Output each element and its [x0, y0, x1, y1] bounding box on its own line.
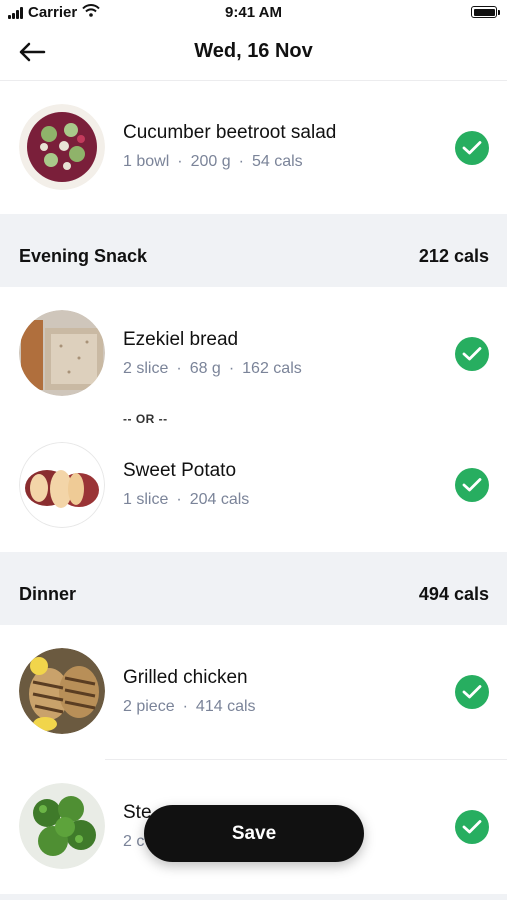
food-meta: 2 c — [123, 833, 145, 850]
status-bar: Carrier 9:41 AM — [0, 0, 507, 26]
food-name: Grilled chicken — [123, 667, 248, 688]
salad-image — [19, 104, 105, 190]
food-item-salad[interactable]: Cucumber beetroot salad 1 bowl · 200 g · 54 … — [0, 80, 507, 214]
food-name: Ezekiel bread — [123, 329, 239, 350]
bread-image — [19, 310, 105, 396]
chicken-image — [19, 648, 105, 734]
food-meta: 1 slice · 204 cals — [123, 491, 250, 508]
section-cals: 494 cals — [418, 584, 489, 604]
food-name: Sweet Potato — [123, 460, 237, 481]
food-item-bread[interactable]: Ezekiel bread 2 slice · 68 g · 162 cals — [0, 287, 507, 402]
nav-bar: Wed, 16 Nov — [0, 26, 507, 81]
check-icon[interactable] — [455, 675, 489, 709]
broccoli-image — [19, 783, 105, 869]
sweet-potato-image — [19, 442, 105, 528]
food-item-sweet-potato[interactable]: Sweet Potato 1 slice · 204 cals — [0, 430, 507, 552]
section-cals: 212 cals — [418, 246, 489, 266]
page-title: Wed, 16 Nov — [194, 40, 313, 62]
section-header-evening-snack: Evening Snack 212 cals — [0, 214, 507, 287]
or-separator: -- OR -- — [123, 412, 168, 426]
status-time: 9:41 AM — [225, 4, 282, 21]
section-title: Evening Snack — [19, 246, 148, 266]
check-icon[interactable] — [455, 468, 489, 502]
food-meta: 2 piece · 414 cals — [123, 698, 256, 715]
check-icon[interactable] — [455, 131, 489, 165]
food-item-chicken[interactable]: Grilled chicken 2 piece · 414 cals — [0, 625, 507, 759]
check-icon[interactable] — [455, 810, 489, 844]
section-header-dinner: Dinner 494 cals — [0, 552, 507, 625]
food-name: Cucumber beetroot salad — [123, 122, 337, 143]
food-meta: 1 bowl · 200 g · 54 cals — [123, 153, 303, 170]
save-button[interactable]: Save — [144, 805, 364, 862]
check-icon[interactable] — [455, 337, 489, 371]
bottom-section-edge — [0, 894, 507, 900]
food-meta: 2 slice · 68 g · 162 cals — [123, 360, 302, 377]
battery-icon — [471, 6, 500, 18]
section-title: Dinner — [19, 584, 77, 604]
